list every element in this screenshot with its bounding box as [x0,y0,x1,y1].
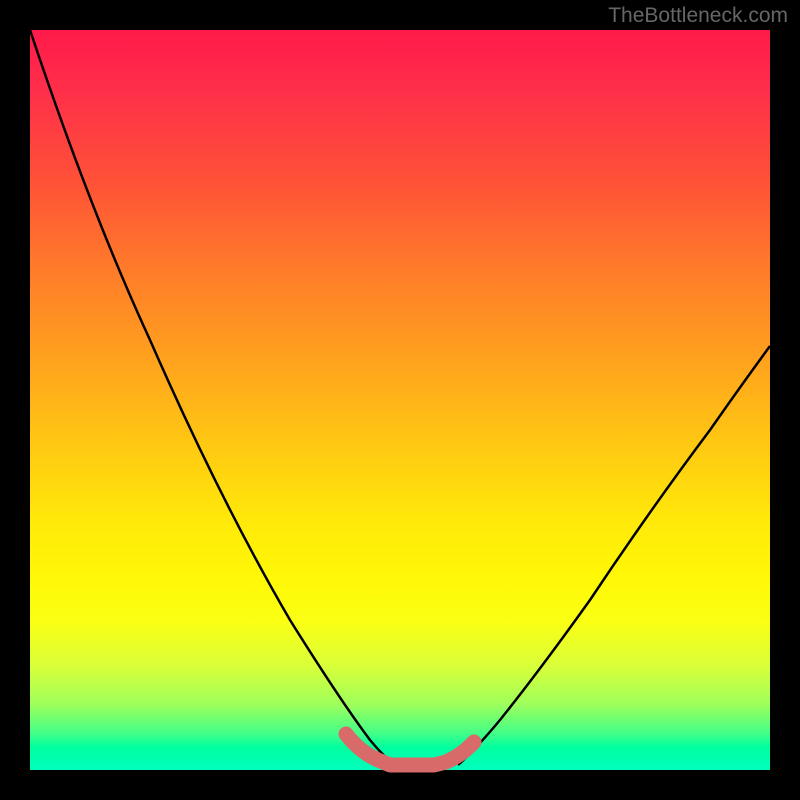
watermark-text: TheBottleneck.com [608,4,788,28]
curve-group [30,30,770,765]
left-curve-path [30,30,395,765]
chart-svg [30,30,770,770]
right-curve-path [458,346,770,765]
bottom-salmon-path [346,734,474,765]
chart-plot-area [30,30,770,770]
